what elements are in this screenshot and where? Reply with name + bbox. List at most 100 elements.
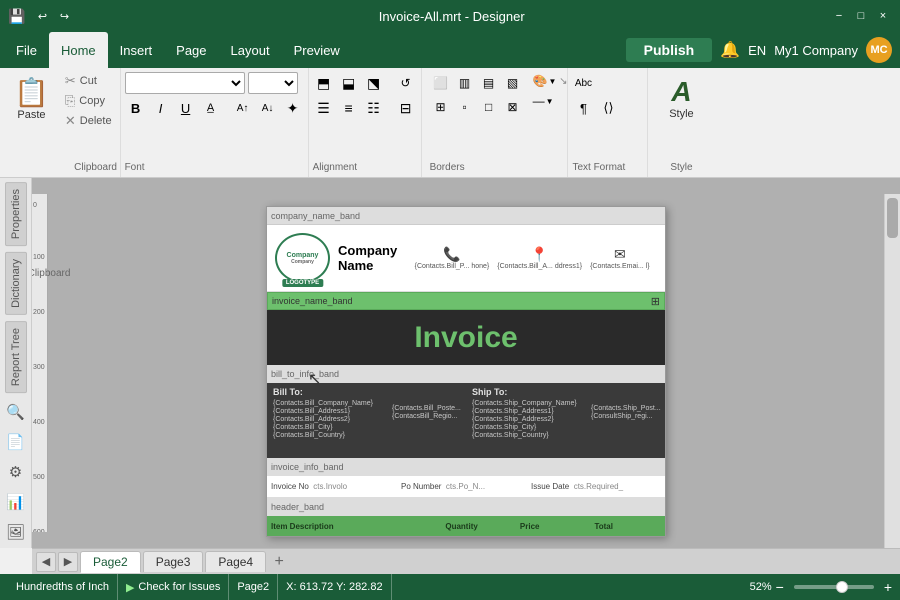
sidebar-tool-1[interactable]: 🔍 — [3, 399, 29, 425]
rotate-btn[interactable]: ↺ — [395, 72, 417, 94]
borders-expand-btn[interactable]: ↘ — [559, 76, 567, 87]
right-scrollbar[interactable] — [884, 194, 900, 548]
sidebar-tab-properties[interactable]: Properties — [5, 182, 27, 246]
font-row2: B I U A̲ A↑ A↓ ✦ — [125, 97, 304, 119]
fill-color-btn[interactable]: 🎨 ▼ — [530, 72, 560, 90]
menu-preview[interactable]: Preview — [282, 32, 352, 68]
logo-inner: Company Company — [287, 252, 319, 265]
sidebar-tool-2[interactable]: 📄 — [3, 429, 29, 455]
sidebar-tool-3[interactable]: ⚙ — [3, 459, 29, 485]
scroll-thumb[interactable] — [887, 198, 898, 238]
band-expand-btn[interactable]: ⊞ — [651, 295, 660, 308]
user-avatar[interactable]: MC — [866, 37, 892, 63]
text-general-btn[interactable]: Abc — [572, 72, 594, 94]
menu-layout[interactable]: Layout — [219, 32, 282, 68]
cut-button[interactable]: ✂ Cut — [61, 72, 116, 90]
tab-nav-next[interactable]: ▶ — [58, 552, 78, 572]
align-right[interactable]: ☷ — [363, 97, 385, 119]
header-band: header_band — [267, 498, 665, 516]
delete-button[interactable]: ✕ Delete — [61, 112, 116, 130]
justify-btn[interactable]: ⊟ — [395, 97, 417, 119]
italic-button[interactable]: I — [150, 97, 172, 119]
menu-file[interactable]: File — [4, 32, 49, 68]
align-top-center[interactable]: ⬓ — [338, 72, 360, 94]
copy-button[interactable]: ⎘ Copy — [61, 92, 116, 110]
bill-band: bill_to_info_band — [267, 365, 665, 383]
underline-button[interactable]: U — [175, 97, 197, 119]
contact-address: 📍 {Contacts.Bill_A... ddress1} — [497, 246, 582, 270]
bill-city: {Contacts.Bill_City} — [273, 424, 380, 431]
sidebar-tool-5[interactable]: 🖼 — [3, 519, 29, 545]
language-label[interactable]: EN — [748, 43, 766, 58]
page-canvas: company_name_band Company Company LOGOTY… — [266, 206, 666, 537]
logotype-badge: LOGOTYPE — [282, 279, 323, 287]
bold-button[interactable]: B — [125, 97, 147, 119]
vertical-ruler: 0 100 200 300 400 500 600 — [32, 194, 48, 532]
line-color-btn[interactable]: — ▼ — [530, 92, 560, 110]
border-inner-btn[interactable]: ⊠ — [502, 96, 524, 118]
ship-extra-col: {Contacts.Ship_Post... {ConsultShip_regi… — [585, 383, 665, 458]
item-desc-header: Item Description — [267, 522, 441, 531]
sidebar-tool-4[interactable]: 📊 — [3, 489, 29, 515]
maximize-btn[interactable]: □ — [852, 7, 870, 25]
zoom-thumb[interactable] — [836, 581, 848, 593]
po-number-value: cts.Po_N... — [446, 482, 485, 491]
sidebar-tab-report-tree[interactable]: Report Tree — [5, 321, 27, 393]
undo-btn[interactable]: ↩ — [33, 7, 51, 25]
menu-insert[interactable]: Insert — [108, 32, 165, 68]
publish-button[interactable]: Publish — [626, 38, 713, 62]
ribbon-style: A Style Style — [648, 68, 714, 177]
tab-nav-prev[interactable]: ◀ — [36, 552, 56, 572]
tab-page3[interactable]: Page3 — [143, 551, 204, 572]
save-icon[interactable]: 💾 — [8, 8, 25, 25]
notifications-icon[interactable]: 🔔 — [720, 40, 740, 60]
close-btn[interactable]: × — [874, 7, 892, 25]
align-left[interactable]: ☰ — [313, 97, 335, 119]
align-row2: ☰ ≡ ☷ ⊟ — [313, 97, 417, 119]
invoice-info-row: Invoice No cts.Involo Po Number cts.Po_N… — [267, 476, 665, 498]
redo-btn[interactable]: ↪ — [55, 7, 73, 25]
increase-size-button[interactable]: A↑ — [232, 97, 254, 119]
check-issues-section[interactable]: ▶ Check for Issues — [118, 574, 229, 600]
align-center[interactable]: ≡ — [338, 97, 360, 119]
font-size-select[interactable] — [248, 72, 298, 94]
clear-format-button[interactable]: ✦ — [282, 97, 304, 119]
align-top-right[interactable]: ⬔ — [363, 72, 385, 94]
zoom-slider[interactable] — [794, 585, 874, 589]
paste-button[interactable]: 📋 Paste — [8, 72, 55, 125]
menu-right: 🔔 EN My1 Company MC — [720, 32, 892, 68]
menu-bar: File Home Insert Page Layout Preview Pub… — [0, 32, 900, 68]
menu-page[interactable]: Page — [164, 32, 218, 68]
tab-page2[interactable]: Page2 — [80, 551, 141, 573]
ship-address1: {Contacts.Ship_Address1} — [472, 408, 579, 415]
paste-btn-container: 📋 Paste — [8, 72, 55, 173]
zoom-plus-btn[interactable]: + — [884, 579, 892, 595]
decrease-size-button[interactable]: A↓ — [257, 97, 279, 119]
font-family-select[interactable] — [125, 72, 245, 94]
align-top-left[interactable]: ⬒ — [313, 72, 335, 94]
text-format-btn2[interactable]: ⟨⟩ — [597, 97, 619, 119]
sidebar-tab-dictionary[interactable]: Dictionary — [5, 252, 27, 315]
border-top-btn[interactable]: ⬜ — [430, 72, 452, 94]
add-tab-button[interactable]: + — [268, 551, 290, 573]
border-outer-btn[interactable]: □ — [478, 96, 500, 118]
quantity-header: Quantity — [441, 522, 516, 531]
border-right-btn[interactable]: ▥ — [454, 72, 476, 94]
address-label: {Contacts.Bill_A... ddress1} — [497, 263, 582, 270]
border-left-btn[interactable]: ▧ — [502, 72, 524, 94]
bill-company: {Contacts.Bill_Company_Name} — [273, 400, 380, 407]
ribbon-alignment: ⬒ ⬓ ⬔ ↺ ☰ ≡ ☷ ⊟ Alignment — [309, 68, 422, 177]
tab-page4[interactable]: Page4 — [205, 551, 266, 572]
border-none-btn[interactable]: ▫ — [454, 96, 476, 118]
border-all-btn[interactable]: ⊞ — [430, 96, 452, 118]
menu-home[interactable]: Home — [49, 32, 108, 68]
minimize-btn[interactable]: − — [830, 7, 848, 25]
zoom-minus-btn[interactable]: − — [776, 579, 784, 595]
zoom-section: 52% − + — [750, 579, 892, 595]
font-color-button[interactable]: A̲ — [200, 97, 222, 119]
style-button[interactable]: A Style — [656, 72, 706, 124]
border-bottom-btn[interactable]: ▤ — [478, 72, 500, 94]
company-name: My1 Company — [774, 43, 858, 58]
text-format-btn1[interactable]: ¶ — [572, 97, 594, 119]
po-number-cell: Po Number cts.Po_N... — [401, 482, 531, 491]
